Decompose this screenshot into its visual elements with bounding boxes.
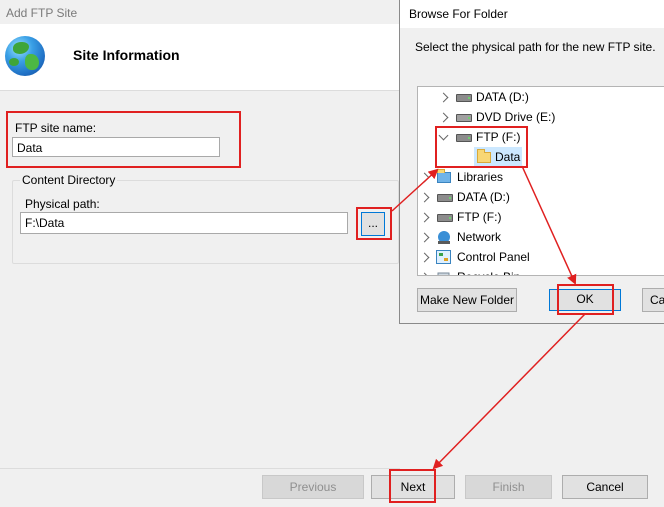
arrow-ok-to-next [432,313,586,470]
annotation-arrows [391,165,586,470]
arrow-browse-to-tree [391,168,439,212]
arrow-tree-to-ok [521,165,577,285]
